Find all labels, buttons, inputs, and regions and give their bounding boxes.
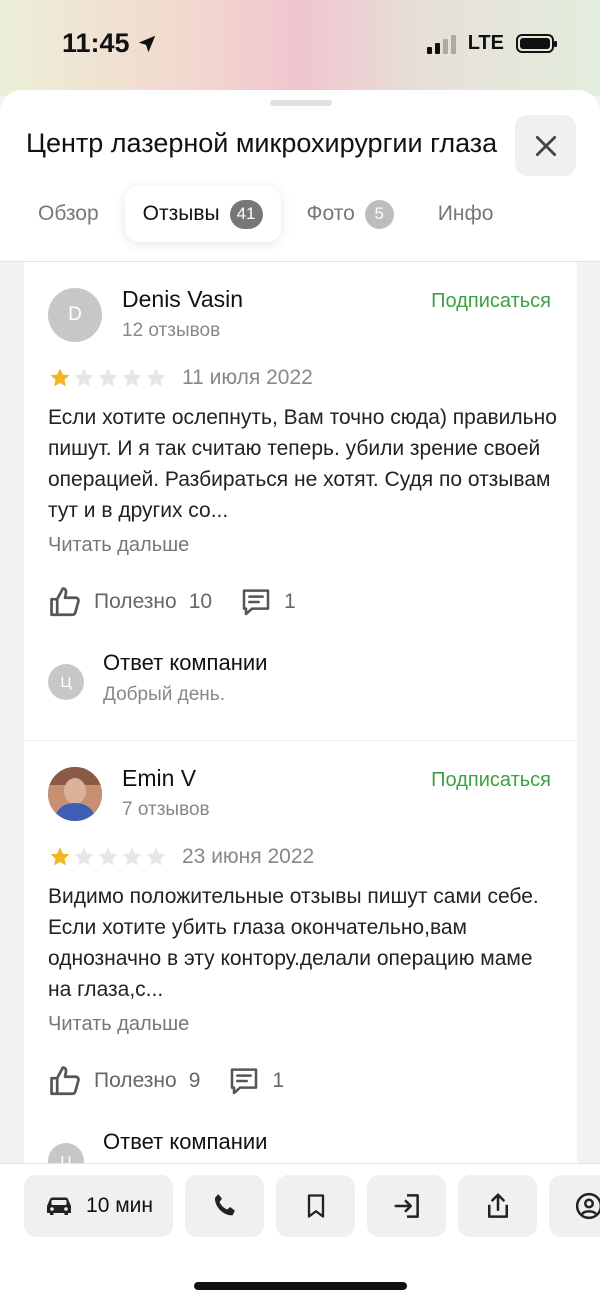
action-buttons: 10 мин <box>24 1175 600 1237</box>
helpful-button[interactable]: Полезно 10 <box>48 585 212 619</box>
call-button[interactable] <box>185 1175 264 1237</box>
review-author-count: 7 отзывов <box>122 799 210 820</box>
status-bar: 11:45 LTE <box>0 0 600 96</box>
comment-icon <box>231 1068 258 1095</box>
star-empty-icon <box>146 368 166 387</box>
route-button[interactable]: 10 мин <box>24 1175 173 1237</box>
star-empty-icon <box>74 368 94 387</box>
comments-count: 1 <box>284 590 296 613</box>
tab-reviews-label: Отзывы <box>142 202 220 225</box>
review-date: 11 июля 2022 <box>182 366 313 389</box>
star-filled-icon <box>50 368 70 387</box>
review-card: D Denis Vasin 12 отзывов Подписаться 11 … <box>24 262 577 740</box>
star-empty-icon <box>122 847 142 866</box>
tab-overview-label: Обзор <box>38 202 99 225</box>
thumbs-up-icon <box>50 1066 80 1096</box>
company-reply-text: Добрый день. <box>103 684 225 705</box>
enter-button[interactable] <box>367 1175 446 1237</box>
company-reply-title: Ответ компании <box>103 1129 268 1154</box>
review-author-count: 12 отзывов <box>122 320 221 341</box>
avatar[interactable] <box>48 767 102 821</box>
user-photo-icon <box>48 767 102 821</box>
comment-icon <box>242 589 270 616</box>
star-empty-icon <box>98 847 118 866</box>
review-card: Emin V 7 отзывов Подписаться 23 июня 202… <box>24 741 577 1179</box>
subscribe-button[interactable]: Подписаться <box>431 290 551 313</box>
star-empty-icon <box>98 368 118 387</box>
tab-overview[interactable]: Обзор <box>20 186 117 242</box>
place-sheet-header: Центр лазерной микрохирургии глаза Обзор… <box>0 90 600 262</box>
comments-button[interactable]: 1 <box>228 1065 284 1097</box>
close-icon <box>535 135 556 156</box>
company-reply-title: Ответ компании <box>103 650 268 675</box>
thumbs-up-icon <box>50 587 80 617</box>
tab-photos-label: Фото <box>306 202 355 225</box>
battery-icon <box>516 34 557 53</box>
review-author[interactable]: Emin V <box>122 765 196 792</box>
place-title: Центр лазерной микрохирургии глаза <box>26 128 498 158</box>
helpful-label: Полезно <box>94 590 177 613</box>
review-actions: Полезно 9 1 <box>48 1063 284 1099</box>
read-more-link[interactable]: Читать дальше <box>48 1013 189 1036</box>
location-arrow-icon <box>138 35 155 52</box>
review-author[interactable]: Denis Vasin <box>122 286 243 313</box>
tab-bar: Обзор Отзывы 41 Фото 5 Инфо <box>20 186 511 242</box>
share-icon <box>487 1193 508 1218</box>
review-rating: 23 июня 2022 <box>48 845 314 869</box>
company-avatar: Ц <box>48 664 84 700</box>
helpful-count: 9 <box>188 1069 201 1092</box>
close-button[interactable] <box>515 115 576 176</box>
status-time-text: 11:45 <box>62 28 130 58</box>
bookmark-button[interactable] <box>276 1175 355 1237</box>
tab-info-label: Инфо <box>437 202 494 225</box>
comments-button[interactable]: 1 <box>240 586 296 618</box>
tab-photos[interactable]: Фото 5 <box>289 186 412 242</box>
user-circle-icon <box>575 1192 600 1220</box>
review-actions: Полезно 10 1 <box>48 584 296 620</box>
bottom-action-bar: 10 мин <box>0 1163 600 1300</box>
comments-count: 1 <box>272 1069 285 1092</box>
home-indicator[interactable] <box>194 1282 407 1290</box>
route-time: 10 мин <box>86 1194 153 1217</box>
tab-info[interactable]: Инфо <box>420 186 512 242</box>
helpful-label: Полезно <box>94 1069 177 1092</box>
read-more-link[interactable]: Читать дальше <box>48 534 189 557</box>
bookmark-icon <box>307 1194 324 1218</box>
profile-button[interactable] <box>549 1175 600 1237</box>
tab-photos-badge: 5 <box>364 199 394 229</box>
subscribe-button[interactable]: Подписаться <box>431 769 551 792</box>
status-time: 11:45 <box>62 28 158 59</box>
helpful-button[interactable]: Полезно 9 <box>48 1064 200 1098</box>
status-indicators: LTE <box>426 32 557 55</box>
car-icon <box>47 1197 72 1215</box>
sheet-grabber[interactable] <box>270 100 332 106</box>
rating-stars <box>48 366 168 390</box>
review-date: 23 июня 2022 <box>182 845 315 868</box>
star-empty-icon <box>74 847 94 866</box>
star-filled-icon <box>50 847 70 866</box>
star-empty-icon <box>146 847 166 866</box>
signal-icon <box>426 34 456 54</box>
star-empty-icon <box>122 368 142 387</box>
avatar[interactable]: D <box>48 288 102 342</box>
company-reply[interactable]: Ц Ответ компании Добрый день. <box>48 650 548 710</box>
review-text: Если хотите ослепнуть, Вам точно сюда) п… <box>48 406 557 522</box>
rating-stars <box>48 845 168 869</box>
phone-icon <box>214 1194 235 1216</box>
enter-icon <box>394 1194 419 1218</box>
helpful-count: 10 <box>188 590 213 613</box>
tab-reviews-badge: 41 <box>229 199 263 229</box>
network-type: LTE <box>467 32 504 54</box>
review-rating: 11 июля 2022 <box>48 366 313 390</box>
tab-reviews[interactable]: Отзывы 41 <box>124 186 281 242</box>
share-button[interactable] <box>458 1175 537 1237</box>
review-text: Видимо положительные отзывы пишут сами с… <box>48 885 539 1001</box>
